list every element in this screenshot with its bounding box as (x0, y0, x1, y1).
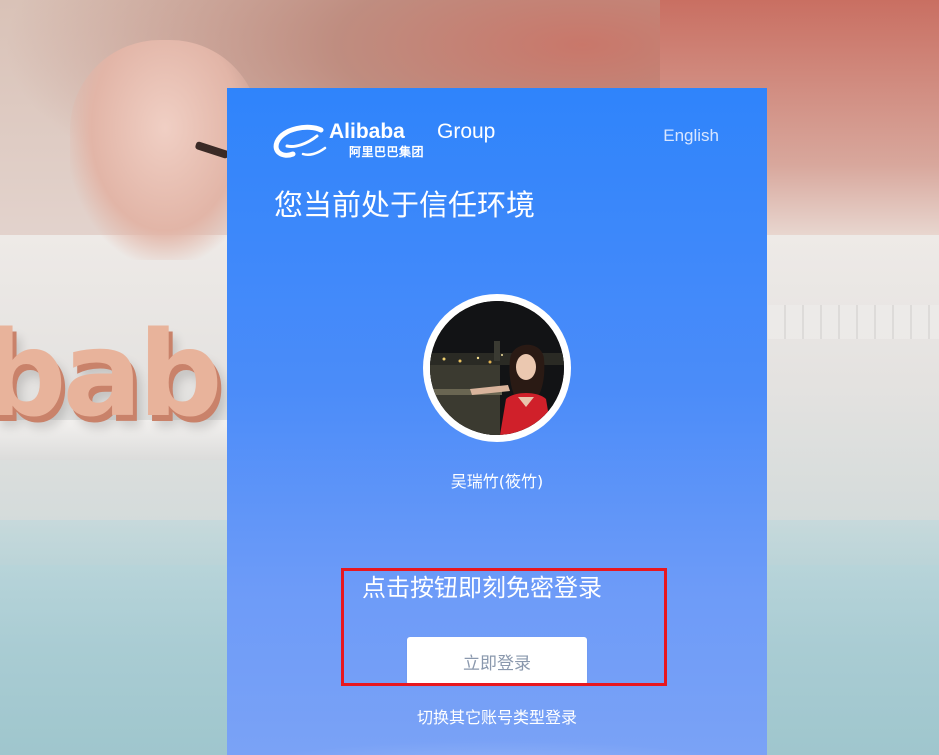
avatar-photo-drawing (430, 301, 564, 435)
switch-account-type-link[interactable]: 切换其它账号类型登录 (227, 704, 767, 728)
avatar (423, 294, 571, 442)
background-letters: bab (0, 305, 223, 443)
logo-chinese-text: 阿里巴巴集团 (349, 145, 425, 159)
logo-wordmark: Alibaba (329, 120, 405, 143)
login-panel: Alibaba Group 阿里巴巴集团 English 您当前处于信任环境 吴… (227, 88, 767, 755)
user-avatar-photo (430, 301, 564, 435)
login-page: bab Alibaba Group 阿里巴巴集团 English 您当前处于信任… (0, 0, 939, 755)
user-name: 吴瑞竹(筱竹) (450, 472, 544, 491)
panel-bottom-wave (227, 740, 767, 755)
page-title: 您当前处于信任环境 (274, 188, 536, 222)
highlight-annotation-box (341, 568, 667, 686)
logo-group-text: Group (437, 120, 496, 143)
language-switch-link[interactable]: English (663, 126, 719, 146)
alibaba-logo-icon (273, 124, 327, 158)
alibaba-logo: Alibaba Group 阿里巴巴集团 (273, 120, 503, 162)
background-ruler (768, 305, 939, 339)
